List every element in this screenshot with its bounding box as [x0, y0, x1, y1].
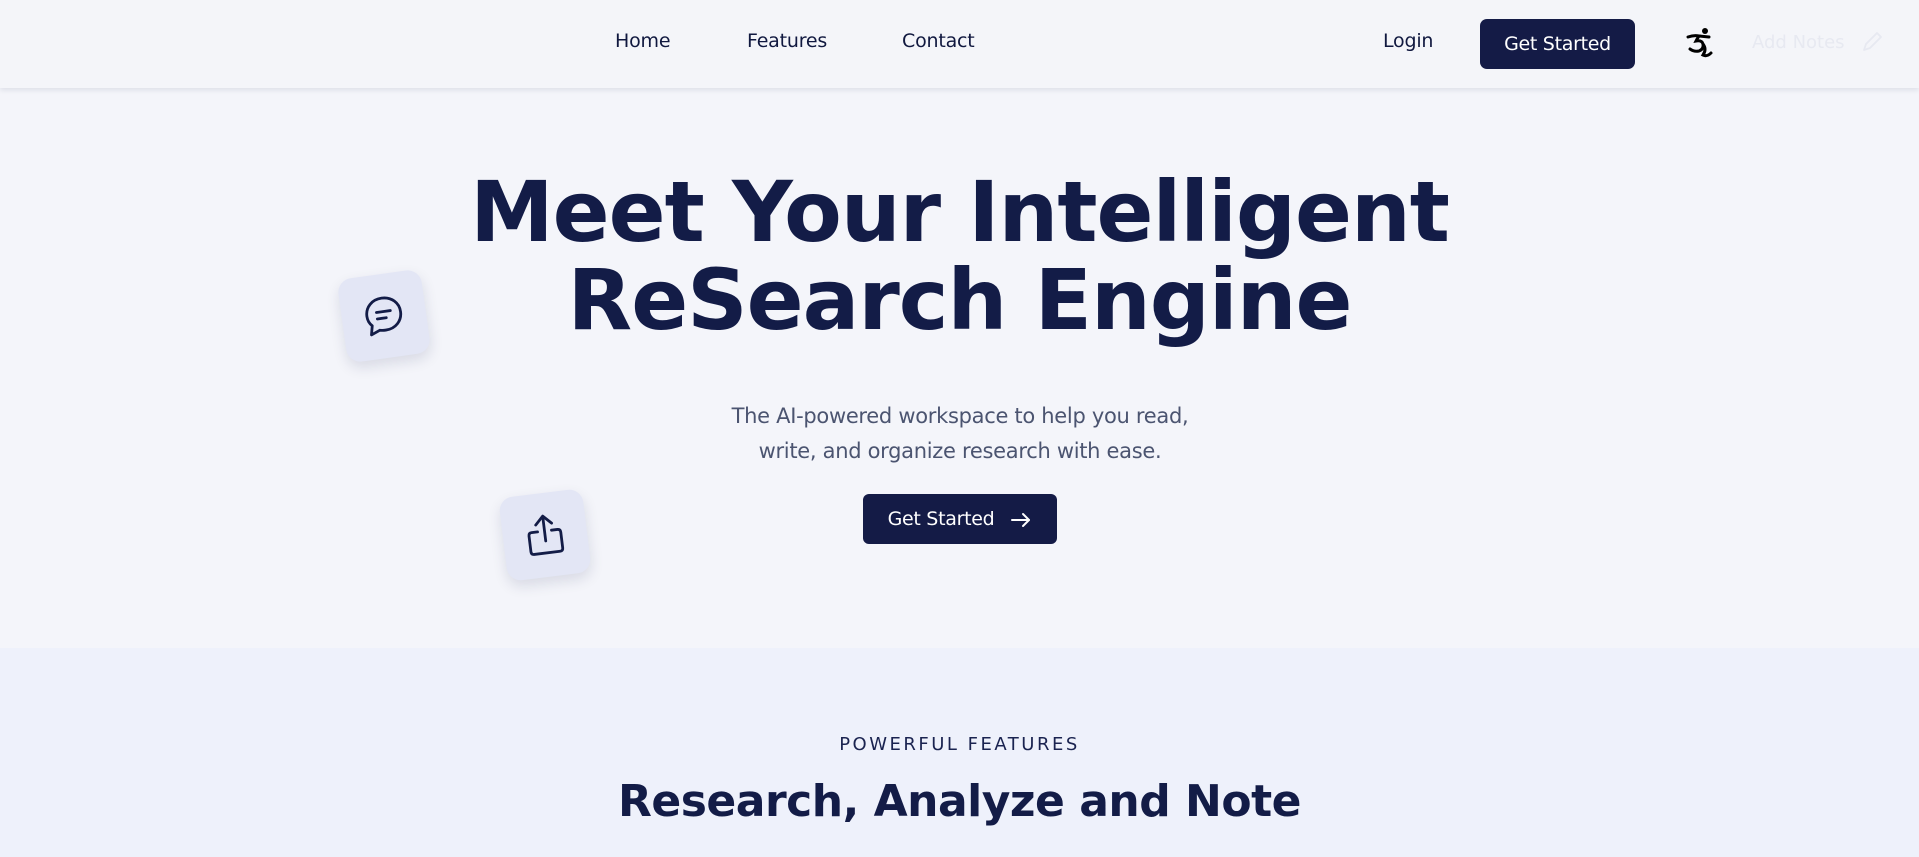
hero-subtitle-line-1: The AI-powered workspace to help you rea… — [731, 404, 1189, 428]
top-navbar: Home Features Contact Login Get Started … — [0, 0, 1919, 88]
share-icon — [527, 514, 565, 556]
features-eyebrow: POWERFUL FEATURES — [839, 734, 1080, 755]
features-title: Research, Analyze and Note — [618, 776, 1301, 827]
hero-title-line-2: ReSearch Engine — [567, 251, 1353, 349]
nav-link-home[interactable]: Home — [615, 30, 671, 52]
pencil-icon — [1861, 31, 1883, 53]
get-started-hero-label: Get Started — [887, 508, 995, 530]
arrow-right-icon — [1010, 511, 1032, 527]
accessibility-icon[interactable] — [1685, 27, 1715, 59]
get-started-nav-button[interactable]: Get Started — [1480, 19, 1635, 69]
hero-title-line-1: Meet Your Intelligent — [470, 163, 1450, 261]
add-notes-button[interactable]: Add Notes — [1752, 31, 1883, 53]
get-started-hero-button[interactable]: Get Started — [863, 494, 1057, 544]
add-notes-label: Add Notes — [1752, 31, 1845, 53]
nav-link-features[interactable]: Features — [747, 30, 827, 52]
share-icon-card — [498, 488, 592, 582]
hero-subtitle: The AI-powered workspace to help you rea… — [710, 399, 1210, 469]
hero-subtitle-line-2: write, and organize research with ease. — [758, 439, 1162, 463]
nav-link-contact[interactable]: Contact — [902, 30, 975, 52]
login-link[interactable]: Login — [1383, 30, 1433, 52]
features-section: POWERFUL FEATURES Research, Analyze and … — [0, 648, 1919, 857]
hero-title: Meet Your Intelligent ReSearch Engine — [0, 168, 1919, 344]
